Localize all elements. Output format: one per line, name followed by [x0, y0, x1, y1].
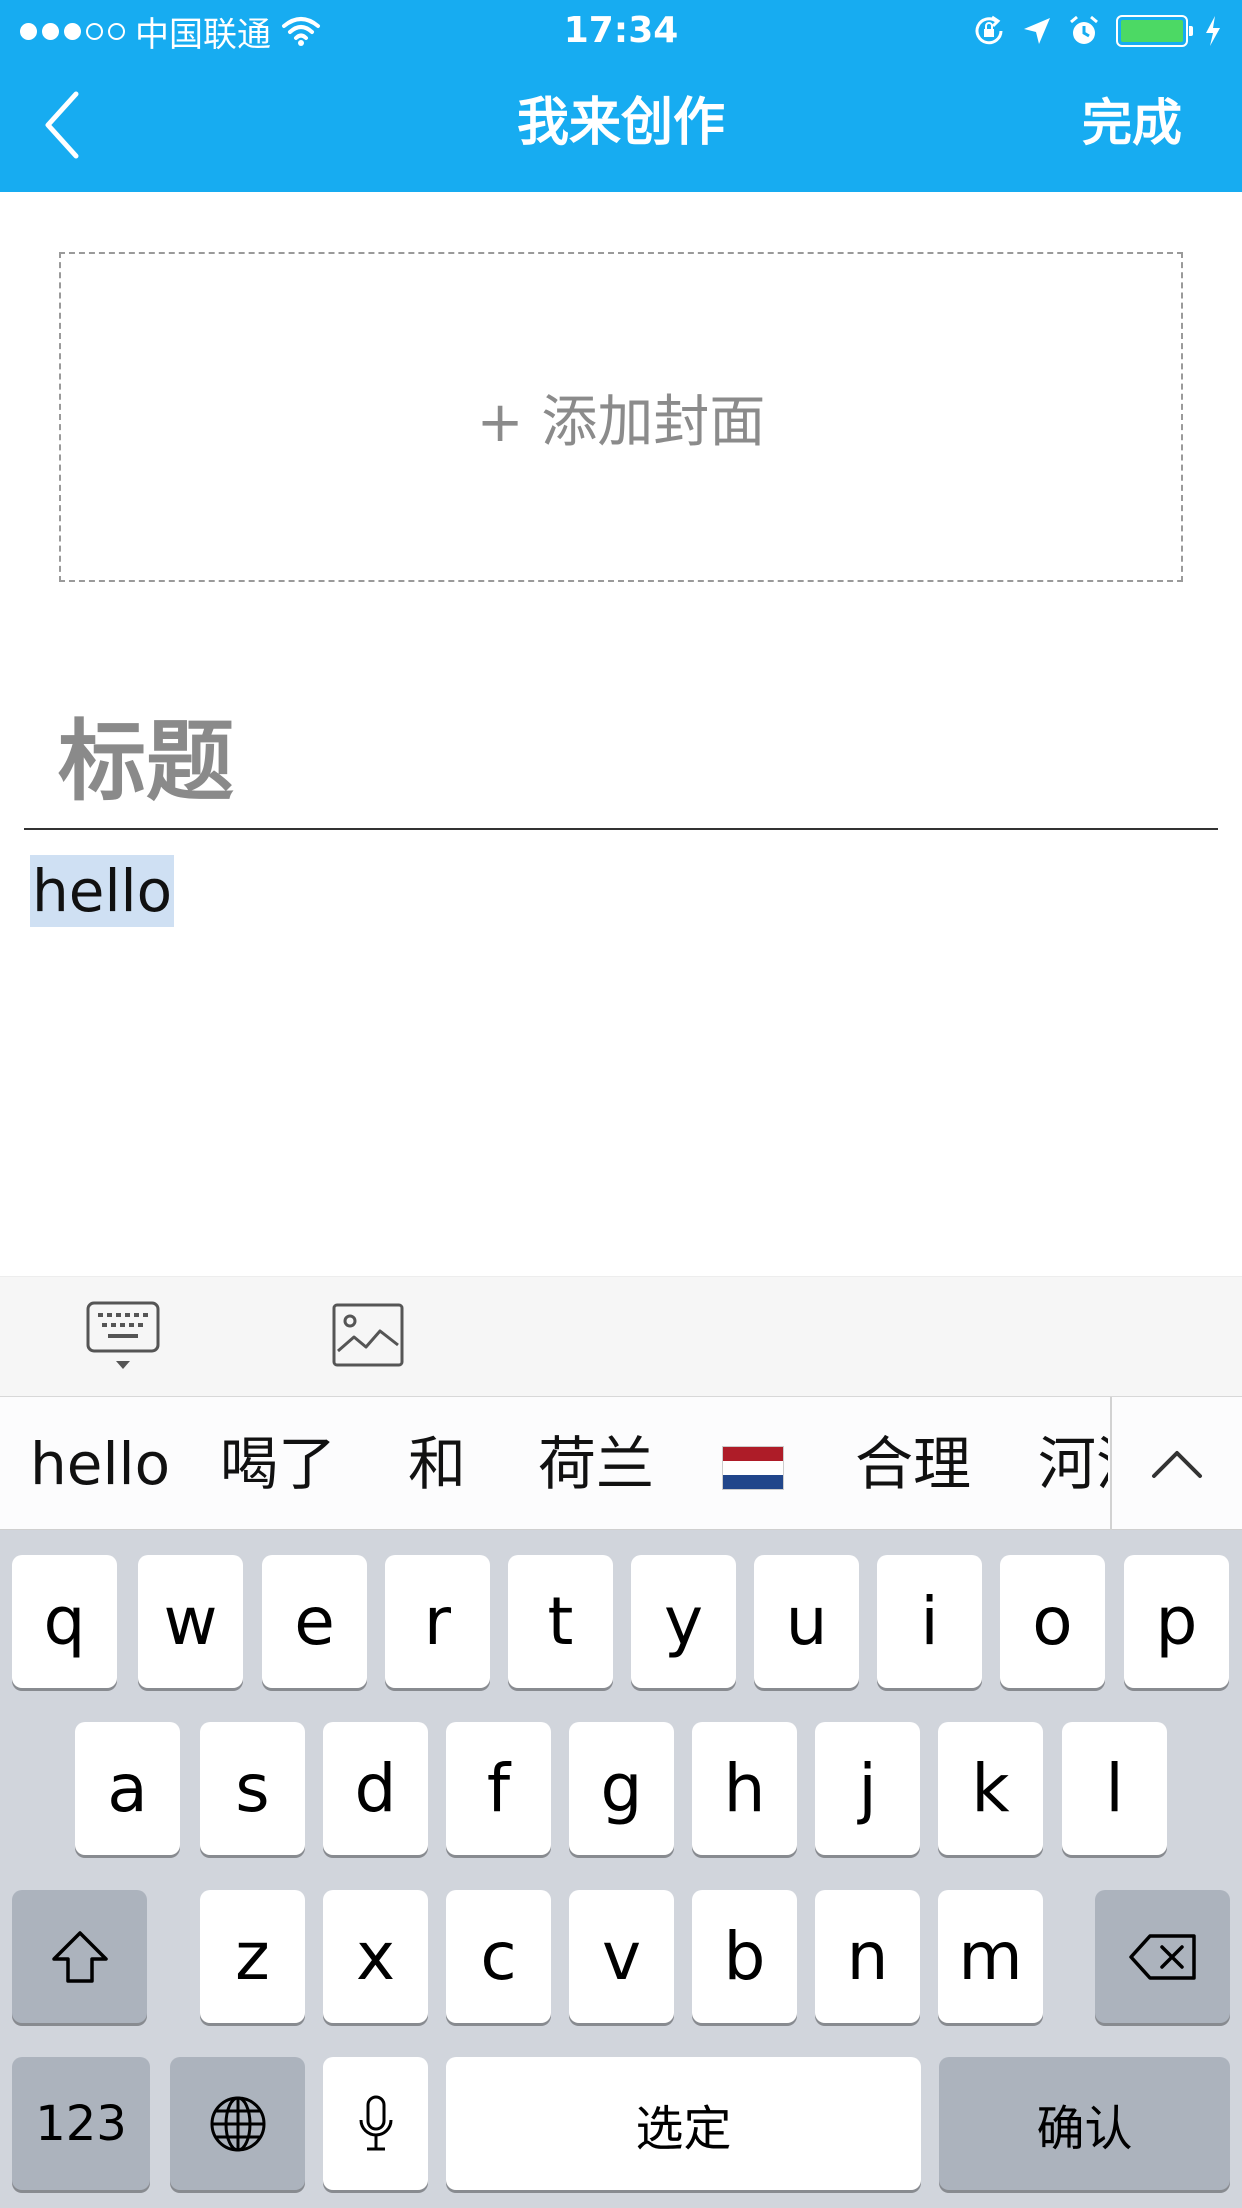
location-arrow-icon — [1024, 18, 1050, 44]
insert-image-button[interactable] — [332, 1303, 404, 1367]
globe-key[interactable] — [170, 2057, 305, 2190]
numbers-key[interactable]: 123 — [12, 2057, 150, 2190]
netherlands-flag-icon — [722, 1445, 784, 1490]
body-text-selected[interactable]: hello — [30, 855, 175, 927]
key-x[interactable]: x — [323, 1890, 428, 2023]
battery-icon — [1116, 15, 1193, 47]
key-r[interactable]: r — [385, 1555, 490, 1688]
app-header: 中国联通 17:34 我来创作 完成 — [0, 0, 1242, 192]
title-input[interactable] — [24, 695, 1218, 830]
key-t[interactable]: t — [508, 1555, 613, 1688]
keyboard: q w e r t y u i o p a s d f g h j k l z … — [0, 1530, 1242, 2208]
backspace-icon — [1128, 1933, 1196, 1980]
key-o[interactable]: o — [1000, 1555, 1105, 1688]
keyboard-toggle-icon — [86, 1301, 160, 1369]
alarm-clock-icon — [1070, 15, 1098, 44]
key-h[interactable]: h — [692, 1722, 797, 1855]
key-c[interactable]: c — [446, 1890, 551, 2023]
add-cover-label: + 添加封面 — [476, 389, 766, 455]
keyboard-toggle-button[interactable] — [86, 1299, 160, 1379]
key-j[interactable]: j — [815, 1722, 920, 1855]
candidate-item[interactable]: 合理 — [855, 1397, 971, 1531]
chevron-up-icon — [1152, 1451, 1202, 1478]
status-bar: 中国联通 17:34 — [0, 0, 1242, 60]
candidate-item[interactable]: 喝了 — [220, 1397, 336, 1531]
candidate-item[interactable]: 和 — [408, 1397, 466, 1531]
key-n[interactable]: n — [815, 1890, 920, 2023]
key-q[interactable]: q — [12, 1555, 117, 1688]
globe-icon — [210, 2096, 265, 2151]
key-l[interactable]: l — [1062, 1722, 1167, 1855]
insert-image-icon — [332, 1303, 404, 1367]
candidate-item-flag[interactable] — [722, 1397, 784, 1531]
key-y[interactable]: y — [631, 1555, 736, 1688]
shift-key[interactable] — [12, 1890, 147, 2023]
candidate-list: hello 喝了 和 荷兰 合理 河流 — [0, 1397, 1108, 1531]
space-key[interactable]: 选定 — [446, 2057, 921, 2190]
key-g[interactable]: g — [569, 1722, 674, 1855]
delete-key[interactable] — [1095, 1890, 1230, 2023]
page-title: 我来创作 — [516, 93, 725, 153]
key-i[interactable]: i — [877, 1555, 982, 1688]
editor-toolbar — [0, 1276, 1242, 1396]
key-w[interactable]: w — [138, 1555, 243, 1688]
key-p[interactable]: p — [1124, 1555, 1229, 1688]
key-b[interactable]: b — [692, 1890, 797, 2023]
rotation-lock-icon — [975, 15, 1003, 45]
dictation-key[interactable] — [323, 2057, 428, 2190]
candidate-bar: hello 喝了 和 荷兰 合理 河流 — [0, 1396, 1242, 1531]
charging-bolt-icon — [1206, 16, 1220, 46]
candidate-item[interactable]: hello — [30, 1397, 170, 1531]
status-right — [972, 10, 1222, 52]
key-d[interactable]: d — [323, 1722, 428, 1855]
key-v[interactable]: v — [569, 1890, 674, 2023]
add-cover-button[interactable]: + 添加封面 — [59, 252, 1183, 582]
candidate-item[interactable]: 河流 — [1038, 1397, 1108, 1531]
done-button[interactable]: 完成 — [1082, 88, 1182, 158]
shift-icon — [51, 1930, 108, 1983]
key-a[interactable]: a — [75, 1722, 180, 1855]
key-z[interactable]: z — [200, 1890, 305, 2023]
microphone-icon — [359, 2095, 392, 2150]
confirm-key[interactable]: 确认 — [939, 2057, 1230, 2190]
key-f[interactable]: f — [446, 1722, 551, 1855]
key-u[interactable]: u — [754, 1555, 859, 1688]
key-m[interactable]: m — [938, 1890, 1043, 2023]
key-s[interactable]: s — [200, 1722, 305, 1855]
candidate-item[interactable]: 荷兰 — [538, 1397, 654, 1531]
battery-fill — [1121, 20, 1183, 42]
key-e[interactable]: e — [262, 1555, 367, 1688]
expand-candidates-button[interactable] — [1110, 1397, 1242, 1531]
key-k[interactable]: k — [938, 1722, 1043, 1855]
